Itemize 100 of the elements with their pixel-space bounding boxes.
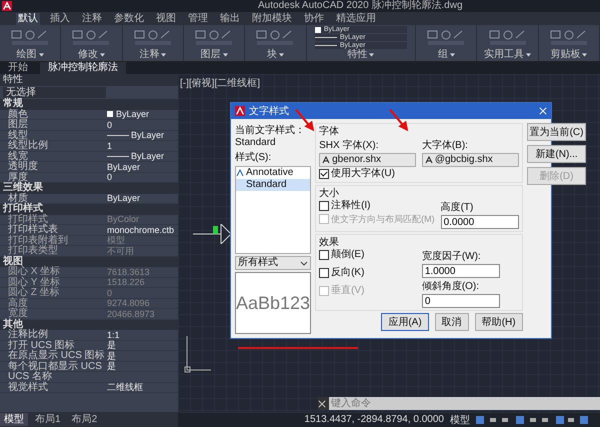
property-value[interactable]: 是 xyxy=(107,340,116,350)
oblique-angle-input[interactable]: 0 xyxy=(422,294,500,308)
caret-icon[interactable] xyxy=(450,53,455,57)
panel-label[interactable]: 剪贴板 xyxy=(550,49,580,61)
property-value[interactable]: 是 xyxy=(107,351,116,360)
checkbox-label[interactable]: 反向(K) xyxy=(331,267,364,279)
font-dropdown[interactable]: gbenor.shx xyxy=(319,153,416,167)
font-dropdown[interactable]: @gbcbig.shx xyxy=(422,153,519,167)
close-icon[interactable] xyxy=(318,400,326,408)
document-tab[interactable]: 开始 xyxy=(0,62,36,74)
caret-icon[interactable] xyxy=(278,53,284,57)
dialog-button[interactable]: 应用(A) xyxy=(381,313,429,331)
property-value[interactable]: 1 xyxy=(107,141,112,150)
property-value[interactable]: ByLayer xyxy=(107,110,150,119)
style-preview: AaBb123 xyxy=(235,272,312,334)
property-value[interactable]: ByLayer xyxy=(107,130,164,140)
property-name: 打印表类型 xyxy=(8,246,59,256)
panel-label[interactable]: 图层 xyxy=(200,49,221,61)
caret-icon[interactable] xyxy=(38,53,44,57)
caret-icon[interactable] xyxy=(369,53,374,57)
group-label: 大小 xyxy=(319,188,340,199)
checkbox[interactable] xyxy=(319,250,330,260)
property-value[interactable]: 0 xyxy=(107,120,112,130)
panel-title: 特性 xyxy=(0,74,178,86)
caret-icon[interactable] xyxy=(100,53,105,57)
chevron-icon[interactable] xyxy=(300,260,308,266)
property-name: 厚度 xyxy=(8,172,28,182)
ribbon-tab[interactable]: 输出 xyxy=(218,12,242,24)
dialog-button[interactable]: 新建(N)... xyxy=(526,145,586,163)
panel-label[interactable]: 组 xyxy=(438,49,448,61)
ribbon-tab[interactable]: 参数化 xyxy=(112,12,146,24)
section-header[interactable]: 打印样式 xyxy=(0,204,178,214)
property-value[interactable]: 1:1 xyxy=(107,330,120,340)
panel-label[interactable]: 特性 xyxy=(347,49,368,61)
property-value[interactable]: ByLayer xyxy=(107,162,140,172)
property-name: 打开 UCS 图标 xyxy=(8,340,76,350)
checkbox-label[interactable]: 注释性(I) xyxy=(331,200,371,212)
document-tab[interactable]: 脉冲控制轮廓法 xyxy=(40,62,126,74)
checkbox[interactable] xyxy=(319,201,330,211)
annotative-icon xyxy=(236,169,244,177)
property-name: 打印样式 xyxy=(8,214,48,224)
group-label: 字体 xyxy=(319,126,340,137)
panel-label[interactable]: 修改 xyxy=(78,49,98,61)
style-item[interactable]: Standard xyxy=(236,179,310,191)
property-value[interactable]: 0 xyxy=(107,172,112,182)
caret-icon[interactable] xyxy=(161,53,166,57)
ribbon-tab[interactable]: 管理 xyxy=(186,12,210,24)
property-name: 透明度 xyxy=(8,162,39,172)
model-space-toggle[interactable]: 模型 xyxy=(450,412,470,426)
ribbon-tab[interactable]: 精选应用 xyxy=(334,12,378,24)
ribbon-tab[interactable]: 注释 xyxy=(80,12,104,24)
section-header[interactable]: 其他 xyxy=(0,320,178,330)
ribbon-tab[interactable]: 协作 xyxy=(302,12,326,24)
property-value[interactable]: 是 xyxy=(107,362,116,371)
caret-icon[interactable] xyxy=(222,53,228,57)
dialog-button[interactable]: 取消 xyxy=(434,313,469,331)
property-value[interactable]: monochrome.ctb xyxy=(107,225,174,234)
panel-label[interactable]: 块 xyxy=(266,49,277,61)
panel-label[interactable]: 实用工具 xyxy=(484,49,524,61)
property-name: 高度 xyxy=(8,298,29,308)
checkbox-label[interactable]: 颠倒(E) xyxy=(331,249,364,261)
current-style-value: Standard xyxy=(235,137,277,148)
section-header[interactable]: 三维效果 xyxy=(0,183,178,194)
checkbox-label[interactable]: 使用大字体(U) xyxy=(331,168,395,180)
property-name: 在原点显示 UCS 图标 xyxy=(8,351,106,360)
property-value[interactable]: ByLayer xyxy=(107,194,140,203)
selection-dropdown[interactable]: 无选择 xyxy=(3,87,106,98)
ribbon-tab[interactable]: 默认 xyxy=(16,12,40,24)
width-factor-input[interactable]: 1.0000 xyxy=(422,264,500,278)
layout-tab[interactable]: 布局1 xyxy=(31,413,65,426)
ribbon-tab[interactable]: 视图 xyxy=(154,12,178,24)
height-input[interactable]: 0.0000 xyxy=(440,215,519,229)
property-name: 每个视口都显示 UCS xyxy=(8,362,103,371)
panel-label[interactable]: 绘图 xyxy=(16,49,37,61)
property-name: 注释比例 xyxy=(8,330,49,340)
caret-icon[interactable] xyxy=(582,53,588,57)
font-icon xyxy=(424,156,433,164)
property-value[interactable]: 二维线框 xyxy=(107,382,143,392)
checkbox[interactable] xyxy=(319,268,330,278)
property-name: 视觉样式 xyxy=(8,382,49,392)
style-filter-dropdown[interactable]: 所有样式 xyxy=(235,256,312,270)
panel-label[interactable]: 注释 xyxy=(139,49,160,61)
viewport-label[interactable]: [-][俯视][二维线框] xyxy=(180,76,260,90)
ribbon-tab[interactable]: 插入 xyxy=(48,12,72,24)
style-item[interactable]: Annotative xyxy=(236,167,310,179)
ribbon-tab[interactable]: 附加模块 xyxy=(250,12,294,24)
checkbox[interactable] xyxy=(319,169,330,179)
caret-icon[interactable] xyxy=(526,53,532,57)
coordinates: 1513.4437, -2894.8794, 0.0000 xyxy=(304,414,444,425)
command-input[interactable]: 键入命令 xyxy=(329,397,600,410)
section-header[interactable]: 常规 xyxy=(0,99,178,110)
layout-tab[interactable]: 布局2 xyxy=(68,413,102,426)
dialog-button[interactable]: 置为当前(C) xyxy=(526,123,586,141)
section-header[interactable]: 视图 xyxy=(0,256,178,267)
layout-tab[interactable]: 模型 xyxy=(0,413,28,426)
app-logo-icon xyxy=(235,106,245,116)
dialog-button[interactable]: 帮助(H) xyxy=(474,313,523,331)
property-value[interactable]: ByLayer xyxy=(107,152,164,161)
field-label: 高度(T) xyxy=(440,200,474,214)
app-logo-icon[interactable] xyxy=(2,1,12,11)
